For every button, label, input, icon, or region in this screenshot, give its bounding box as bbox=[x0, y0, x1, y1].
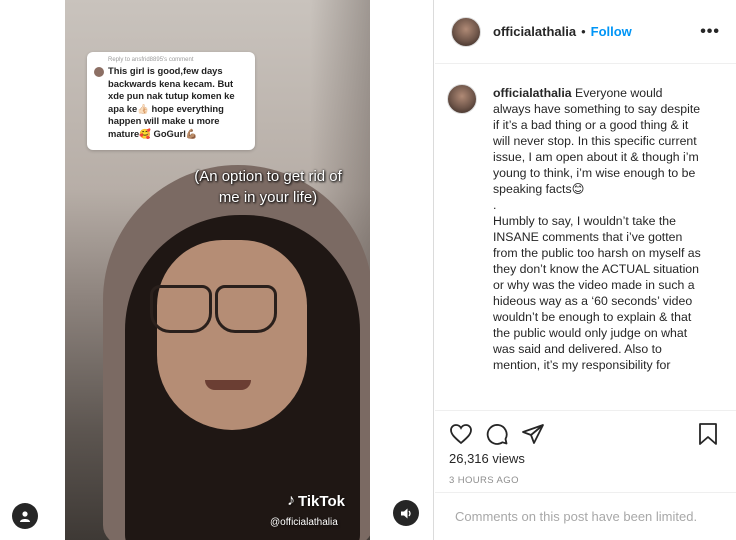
post-side-panel: officialathalia • Follow ••• officialath… bbox=[435, 0, 736, 540]
follow-button[interactable]: Follow bbox=[591, 24, 632, 39]
commenter-avatar bbox=[94, 67, 104, 77]
post-timestamp[interactable]: 3 HOURS AGO bbox=[449, 475, 519, 486]
caption-text: officialathalia Everyone would always ha… bbox=[493, 85, 703, 410]
person-face bbox=[157, 240, 307, 430]
tiktok-username: @officialathalia bbox=[270, 517, 338, 528]
caption-paragraph-3: Humbly to say, I wouldn’t take the INSAN… bbox=[493, 214, 701, 372]
caption-paragraph-1: Everyone would always have something to … bbox=[493, 86, 701, 196]
like-button[interactable] bbox=[447, 420, 475, 448]
comment-button[interactable] bbox=[483, 420, 511, 448]
more-icon[interactable]: ••• bbox=[700, 23, 720, 41]
video-caption-overlay: (An option to get rid of me in your life… bbox=[194, 168, 342, 206]
header-separator: • bbox=[581, 24, 586, 39]
sound-icon bbox=[400, 508, 411, 518]
tiktok-comment-card: Reply to ansfrid8895's comment This girl… bbox=[87, 52, 255, 150]
video-player[interactable]: Reply to ansfrid8895's comment This girl… bbox=[65, 0, 370, 540]
glasses-right-lens bbox=[215, 285, 277, 333]
actions-divider bbox=[435, 410, 736, 411]
view-count[interactable]: 26,316 views bbox=[449, 451, 525, 466]
caption-area: officialathalia Everyone would always ha… bbox=[435, 72, 736, 410]
comment-divider bbox=[435, 492, 736, 493]
media-area: Reply to ansfrid8895's comment This girl… bbox=[0, 0, 434, 540]
comments-limited-notice: Comments on this post have been limited. bbox=[455, 509, 698, 524]
share-button[interactable] bbox=[519, 420, 547, 448]
comment-body: This girl is good,few days backwards ken… bbox=[94, 65, 248, 141]
caption-avatar[interactable] bbox=[447, 84, 477, 114]
glasses-left-lens bbox=[150, 285, 212, 333]
caption-username[interactable]: officialathalia bbox=[493, 86, 572, 100]
caption-paragraph-2: . bbox=[493, 198, 497, 212]
profile-avatar[interactable] bbox=[451, 16, 481, 47]
bookmark-icon bbox=[699, 423, 717, 445]
user-tag-icon bbox=[20, 511, 30, 522]
header-username[interactable]: officialathalia bbox=[493, 24, 576, 39]
comment-icon bbox=[486, 424, 508, 445]
comment-reply-header: Reply to ansfrid8895's comment bbox=[108, 57, 194, 63]
tiktok-label: TikTok bbox=[298, 492, 345, 510]
tiktok-watermark: ♪ TikTok bbox=[287, 492, 345, 510]
heart-icon bbox=[450, 424, 472, 445]
person-mouth bbox=[205, 380, 251, 390]
post-header: officialathalia • Follow ••• bbox=[435, 0, 736, 64]
user-tag-button[interactable] bbox=[12, 503, 38, 529]
share-icon bbox=[522, 424, 544, 444]
sound-toggle-button[interactable] bbox=[393, 500, 419, 526]
action-bar bbox=[447, 420, 722, 448]
tiktok-note-icon: ♪ bbox=[287, 492, 295, 509]
save-button[interactable] bbox=[694, 420, 722, 448]
comment-text: This girl is good,few days backwards ken… bbox=[108, 65, 235, 139]
